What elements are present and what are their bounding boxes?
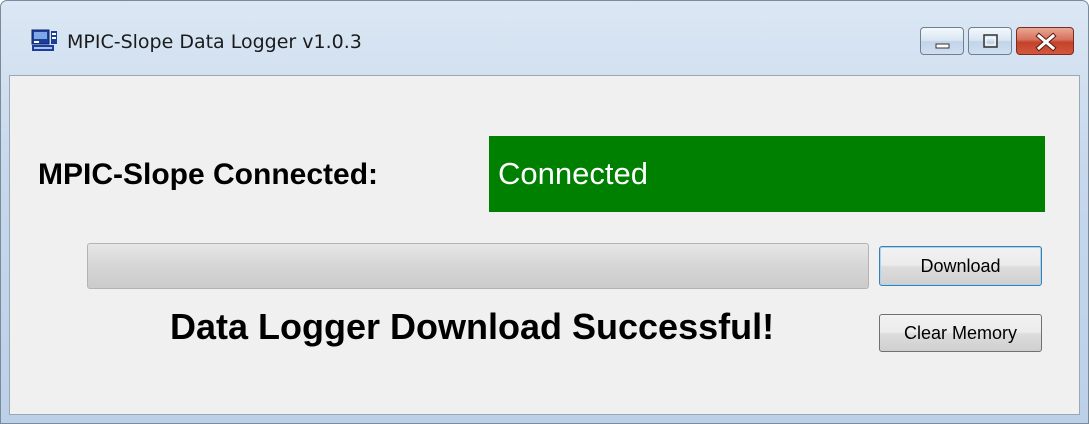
maximize-button[interactable] [968, 27, 1012, 55]
download-button[interactable]: Download [879, 246, 1042, 286]
close-button[interactable] [1016, 27, 1074, 55]
app-window: MPIC-Slope Data Logger v1.0.3 MPIC-Slope… [0, 0, 1089, 424]
clear-memory-button[interactable]: Clear Memory [879, 314, 1042, 352]
caption-buttons [920, 27, 1074, 55]
minimize-icon [935, 43, 950, 49]
minimize-button[interactable] [920, 27, 964, 55]
maximize-icon [983, 34, 998, 48]
window-title: MPIC-Slope Data Logger v1.0.3 [67, 31, 362, 53]
connection-label: MPIC-Slope Connected: [38, 158, 379, 191]
close-icon [1035, 32, 1057, 52]
title-bar: MPIC-Slope Data Logger v1.0.3 [1, 1, 1088, 75]
status-message: Data Logger Download Successful! [170, 306, 775, 347]
client-area: MPIC-Slope Connected: Connected Download… [9, 75, 1080, 415]
download-progress-bar [87, 243, 869, 289]
app-icon [31, 29, 59, 53]
connection-status: Connected [489, 136, 1045, 212]
